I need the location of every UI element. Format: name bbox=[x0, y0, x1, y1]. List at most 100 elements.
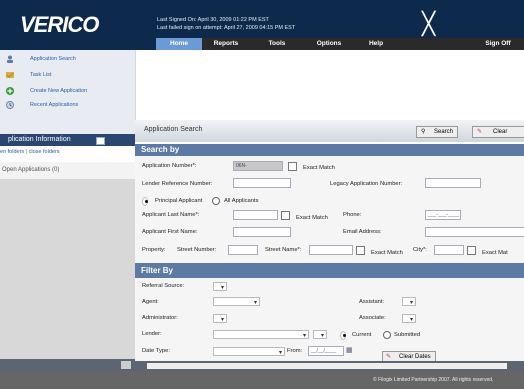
all-applicants-radio[interactable] bbox=[212, 197, 220, 205]
sidebar-link-application-search[interactable]: Application Search bbox=[0, 54, 135, 64]
street-number-input[interactable] bbox=[228, 245, 258, 255]
lender-sub-select[interactable]: ▾ bbox=[313, 330, 327, 339]
tab-sign-off[interactable]: Sign Off bbox=[474, 38, 522, 50]
app-number-input[interactable]: 06N- bbox=[233, 161, 283, 171]
tab-help[interactable]: Help bbox=[356, 38, 396, 50]
street-number-label: Street Number: bbox=[177, 247, 217, 253]
last-failed-text: Last failed sign on attempt: April 27, 2… bbox=[157, 25, 296, 31]
administrator-label: Administrator: bbox=[142, 315, 178, 321]
chevron-down-icon: ▾ bbox=[302, 333, 306, 339]
associate-label: Associate: bbox=[359, 315, 386, 321]
last-name-exact-match-checkbox[interactable] bbox=[281, 211, 290, 220]
sidebar-scroll-arrow[interactable] bbox=[121, 361, 131, 369]
app-number-exact-match-checkbox[interactable] bbox=[288, 162, 297, 171]
search-button[interactable]: ⚲ Search bbox=[416, 126, 458, 138]
exact-match-label-3: Exact Match bbox=[371, 250, 403, 256]
checklist-icon bbox=[6, 72, 14, 78]
date-type-select[interactable]: ▾ bbox=[213, 347, 285, 356]
agent-select[interactable]: ▾ bbox=[213, 297, 260, 306]
tab-reports[interactable]: Reports bbox=[202, 38, 250, 50]
city-input[interactable] bbox=[434, 245, 464, 255]
app-number-label: Application Number*: bbox=[142, 163, 197, 169]
sidebar-link-recent-applications[interactable]: Recent Applications bbox=[0, 100, 135, 110]
chevron-down-icon: ▾ bbox=[220, 317, 224, 323]
lender-select[interactable]: ▾ bbox=[213, 330, 309, 339]
email-input[interactable] bbox=[425, 227, 524, 237]
phone-input[interactable]: ___-___-____ bbox=[425, 210, 461, 220]
eraser-icon: ✎ bbox=[477, 129, 483, 135]
property-label: Property: bbox=[142, 247, 166, 253]
first-name-input[interactable] bbox=[233, 227, 291, 237]
submitted-radio[interactable] bbox=[383, 331, 391, 339]
plus-icon bbox=[6, 87, 14, 95]
chevron-down-icon: ▾ bbox=[253, 300, 257, 306]
exact-match-label: Exact Match bbox=[303, 165, 335, 171]
login-info: Last Signed On: April 30, 2009 01:22 PM … bbox=[157, 16, 295, 32]
email-label: Email Address: bbox=[343, 229, 382, 235]
associate-select[interactable]: ▾ bbox=[402, 314, 416, 323]
street-name-exact-match-checkbox[interactable] bbox=[356, 246, 365, 255]
principal-applicant-label: Principal Applicant bbox=[155, 198, 203, 204]
street-name-input[interactable] bbox=[309, 245, 353, 255]
administrator-select[interactable]: ▾ bbox=[213, 314, 227, 323]
footer-bar: © Filogix Limited Partnership 2007. All … bbox=[0, 371, 524, 389]
legacy-app-input[interactable] bbox=[425, 178, 481, 188]
exact-match-label-2: Exact Match bbox=[296, 215, 328, 221]
sidebar-link-create-new-application[interactable]: Create New Application bbox=[0, 86, 135, 96]
first-name-label: Applicant First Name: bbox=[142, 229, 198, 235]
person-icon bbox=[7, 55, 13, 63]
sidebar-empty-area bbox=[0, 179, 135, 359]
clear-button[interactable]: ✎ Clear bbox=[472, 126, 524, 138]
open-applications-folder[interactable]: Open Applications (0) bbox=[0, 162, 135, 179]
current-radio[interactable] bbox=[340, 331, 346, 340]
application-information-bar: plication Information bbox=[0, 134, 135, 146]
tab-tools[interactable]: Tools bbox=[252, 38, 302, 50]
folder-link-separator: | bbox=[25, 149, 28, 155]
lender-label: Lender: bbox=[142, 331, 162, 337]
chevron-down-icon: ▾ bbox=[409, 300, 413, 306]
submitted-label: Submitted bbox=[394, 332, 421, 338]
city-exact-match-checkbox[interactable] bbox=[467, 246, 476, 255]
document-icon bbox=[6, 101, 14, 109]
application-information-title: plication Information bbox=[8, 136, 71, 143]
search-by-header: Search by bbox=[135, 144, 524, 156]
verico-logo[interactable]: VERICO bbox=[20, 12, 99, 38]
tab-home[interactable]: Home bbox=[156, 38, 202, 50]
current-label: Current bbox=[352, 332, 372, 338]
main-horizontal-scrollbar[interactable] bbox=[135, 361, 524, 371]
lender-ref-label: Lender Reference Number: bbox=[142, 181, 213, 187]
open-folders-link[interactable]: en folders bbox=[0, 149, 24, 155]
collapse-icon[interactable] bbox=[96, 137, 105, 145]
tab-options[interactable]: Options bbox=[304, 38, 354, 50]
last-name-input[interactable] bbox=[233, 210, 278, 220]
calendar-icon[interactable]: ▦ bbox=[346, 346, 353, 354]
assistant-label: Assistant: bbox=[359, 299, 385, 305]
filter-by-header: Filter By bbox=[135, 263, 524, 278]
all-applicants-label: All Applicants bbox=[224, 198, 259, 204]
street-name-label: Street Name*: bbox=[265, 247, 302, 253]
chevron-down-icon: ▾ bbox=[320, 333, 324, 339]
date-type-label: Date Type: bbox=[142, 348, 170, 354]
sidebar-link-task-list[interactable]: Task List bbox=[0, 70, 135, 80]
main-blank-area bbox=[135, 50, 524, 120]
date-from-input[interactable]: __/__/____ bbox=[308, 346, 344, 356]
agent-label: Agent: bbox=[142, 299, 159, 305]
referral-source-select[interactable]: ▾ bbox=[213, 282, 227, 291]
exact-match-label-4: Exact Mat bbox=[482, 250, 508, 256]
main-nav: Home Reports Tools Options Help Sign Off bbox=[156, 38, 524, 50]
copyright-text: © Filogix Limited Partnership 2007. All … bbox=[373, 377, 494, 383]
sidebar-links: Application Search Task List Create New … bbox=[0, 50, 135, 134]
last-name-label: Applicant Last Name*: bbox=[142, 212, 200, 218]
close-folders-link[interactable]: close folders bbox=[29, 149, 60, 155]
principal-applicant-radio[interactable] bbox=[142, 197, 148, 206]
lender-ref-input[interactable] bbox=[233, 178, 291, 188]
magnifier-icon: ⚲ bbox=[421, 129, 426, 135]
phone-label: Phone: bbox=[343, 212, 362, 218]
city-label: City*: bbox=[413, 247, 427, 253]
assistant-select[interactable]: ▾ bbox=[402, 297, 416, 306]
chevron-down-icon: ▾ bbox=[220, 285, 224, 291]
scrollbar-thumb[interactable] bbox=[147, 363, 507, 369]
last-signed-on-text: Last Signed On: April 30, 2009 01:22 PM … bbox=[157, 17, 269, 23]
sidebar-scrollbar[interactable] bbox=[0, 359, 135, 371]
chevron-down-icon: ▾ bbox=[409, 317, 413, 323]
